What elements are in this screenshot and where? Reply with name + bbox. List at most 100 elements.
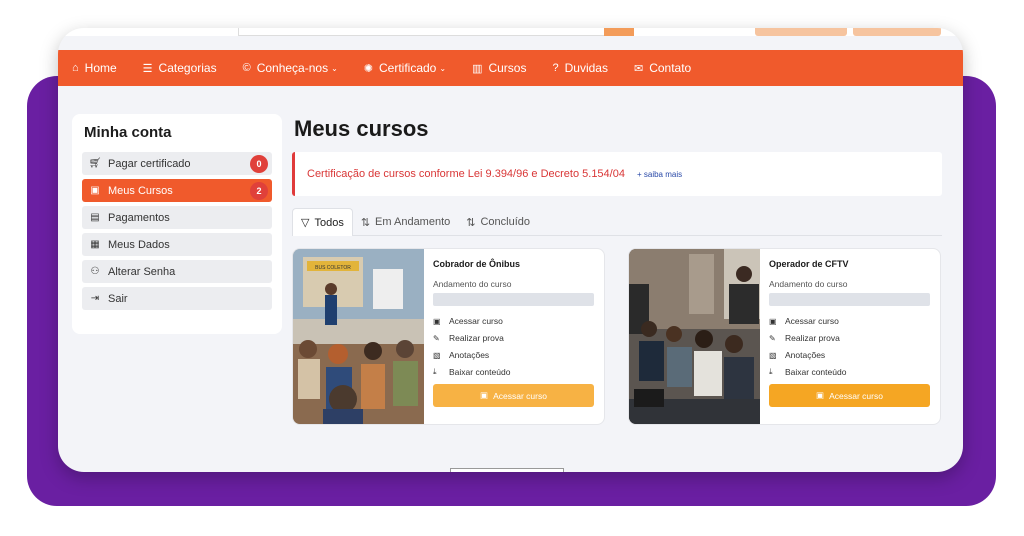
saiba-mais-link[interactable]: + saiba mais (637, 170, 682, 179)
course-card: Operador de CFTV Andamento do curso ▣ Ac… (628, 248, 941, 425)
filter-icon: ▽ (301, 217, 310, 229)
sidebar-item-sair[interactable]: ⇥ Sair (82, 287, 272, 310)
nav-cursos[interactable]: ▥ Cursos (472, 61, 526, 75)
nav-contato[interactable]: ✉ Contato (634, 61, 691, 75)
download-content-link[interactable]: ⤓ Baixar conteúdo (769, 367, 932, 377)
nav-label: Certificado (379, 61, 437, 75)
progress-bar (433, 293, 594, 306)
question-icon: ? (552, 62, 559, 74)
notes-link[interactable]: ▧ Anotações (433, 350, 596, 360)
nav-label: Duvidas (564, 61, 608, 75)
certification-notice: Certificação de cursos conforme Lei 9.39… (292, 152, 942, 196)
chevron-down-icon: ⌄ (331, 63, 338, 73)
download-icon: ⤓ (769, 367, 773, 376)
copyright-icon: © (242, 62, 251, 74)
nav-label: Conheça-nos (256, 61, 329, 75)
nav-label: Categorias (158, 61, 217, 75)
course-filter-tabs: ▽ Todos ⇅ Em Andamento ⇅ Concluído (292, 208, 942, 236)
access-course-link[interactable]: ▣ Acessar curso (769, 316, 932, 326)
notice-text: Certificação de cursos conforme Lei 9.39… (307, 168, 625, 180)
nav-conheca-nos[interactable]: © Conheça-nos ⌄ (243, 61, 338, 75)
notes-link[interactable]: ▧ Anotações (769, 350, 932, 360)
nav-certificado[interactable]: ✺ Certificado ⌄ (364, 61, 446, 75)
link-label: Realizar prova (785, 333, 840, 343)
take-exam-link[interactable]: ✎ Realizar prova (769, 333, 932, 343)
course-title: Operador de CFTV (769, 259, 849, 269)
course-card-body: Operador de CFTV Andamento do curso ▣ Ac… (769, 259, 932, 407)
sidebar-item-label: Sair (108, 292, 128, 305)
edit-icon: ✎ (433, 333, 440, 343)
search-input[interactable] (238, 28, 608, 36)
tab-em-andamento[interactable]: ⇅ Em Andamento (353, 208, 458, 236)
tab-label: Concluído (480, 216, 531, 228)
course-image: BUS COLETOR (293, 249, 424, 424)
note-icon: ▧ (769, 350, 777, 360)
take-exam-link[interactable]: ✎ Realizar prova (433, 333, 596, 343)
sidebar-item-meus-cursos[interactable]: ▣ Meus Cursos 2 (82, 179, 272, 202)
link-label: Baixar conteúdo (449, 367, 511, 377)
bus-sign-text: BUS COLETOR (315, 265, 351, 271)
link-label: Anotações (449, 350, 490, 360)
page-title: Meus cursos (294, 116, 429, 141)
sidebar-item-meus-dados[interactable]: ▦ Meus Dados (82, 233, 272, 256)
sidebar-item-label: Pagar certificado (108, 157, 191, 170)
sidebar-item-label: Meus Cursos (108, 184, 173, 197)
access-course-button[interactable]: ▣ Acessar curso (769, 384, 930, 407)
id-card-icon: ▦ (90, 239, 100, 250)
sidebar-item-pagar-certificado[interactable]: 🛒︎ Pagar certificado 0 (82, 152, 272, 175)
tab-concluido[interactable]: ⇅ Concluído (458, 208, 538, 236)
progress-bar (769, 293, 930, 306)
sidebar-item-label: Meus Dados (108, 238, 170, 251)
course-image (629, 249, 760, 424)
gift-icon: ▣ (433, 316, 441, 326)
gift-icon: ▣ (480, 390, 489, 400)
tab-label: Todos (314, 216, 344, 229)
account-sidebar: Minha conta 🛒︎ Pagar certificado 0 ▣ Meu… (72, 114, 282, 334)
logout-icon: ⇥ (90, 293, 100, 304)
link-label: Anotações (785, 350, 826, 360)
progress-label: Andamento do curso (433, 279, 512, 289)
home-icon: ⌂ (72, 62, 79, 74)
user-key-icon: ⚇ (90, 266, 100, 277)
tab-todos[interactable]: ▽ Todos (292, 208, 353, 236)
button-label: Acessar curso (829, 390, 883, 401)
sort-done-icon: ⇅ (466, 216, 476, 229)
certificate-icon: ✺ (363, 62, 373, 75)
menu-icon: ☰ (142, 62, 153, 75)
books-icon: ▥ (472, 62, 483, 75)
chevron-down-icon: ⌄ (439, 63, 447, 73)
nav-home[interactable]: ⌂ Home (72, 61, 117, 75)
link-label: Acessar curso (449, 316, 503, 326)
certificates-button[interactable] (853, 28, 941, 36)
course-title: Cobrador de Ônibus (433, 259, 521, 269)
download-content-link[interactable]: ⤓ Baixar conteúdo (433, 367, 596, 377)
sidebar-item-label: Alterar Senha (108, 265, 176, 278)
main-navbar: ⌂ Home ☰ Categorias © Conheça-nos ⌄ ✺ Ce… (58, 50, 963, 86)
sidebar-item-label: Pagamentos (108, 211, 170, 224)
edit-icon: ✎ (769, 333, 776, 343)
count-badge: 0 (250, 155, 268, 173)
progress-label: Andamento do curso (769, 279, 848, 289)
tab-label: Em Andamento (375, 216, 451, 228)
button-label: Acessar curso (493, 390, 547, 401)
access-course-link[interactable]: ▣ Acessar curso (433, 316, 596, 326)
nav-categorias[interactable]: ☰ Categorias (143, 61, 217, 75)
count-badge: 2 (250, 182, 268, 200)
nav-label: Contato (649, 61, 692, 75)
my-courses-button[interactable] (755, 28, 847, 36)
pagination-stub (450, 468, 564, 472)
course-card: BUS COLETOR Cobrador de Ônibus Andamento… (292, 248, 605, 425)
browser-window: ⌂ Home ☰ Categorias © Conheça-nos ⌄ ✺ Ce… (58, 28, 963, 472)
gift-icon: ▣ (90, 185, 100, 196)
course-card-body: Cobrador de Ônibus Andamento do curso ▣ … (433, 259, 596, 407)
search-button[interactable] (604, 28, 634, 36)
sidebar-item-pagamentos[interactable]: ▤ Pagamentos (82, 206, 272, 229)
sort-icon: ⇅ (360, 216, 371, 229)
nav-duvidas[interactable]: ? Duvidas (552, 61, 607, 75)
link-label: Acessar curso (785, 316, 839, 326)
gift-icon: ▣ (816, 390, 825, 400)
link-label: Baixar conteúdo (785, 367, 847, 377)
access-course-button[interactable]: ▣ Acessar curso (433, 384, 594, 407)
sidebar-item-alterar-senha[interactable]: ⚇ Alterar Senha (82, 260, 272, 283)
note-icon: ▧ (433, 350, 441, 360)
